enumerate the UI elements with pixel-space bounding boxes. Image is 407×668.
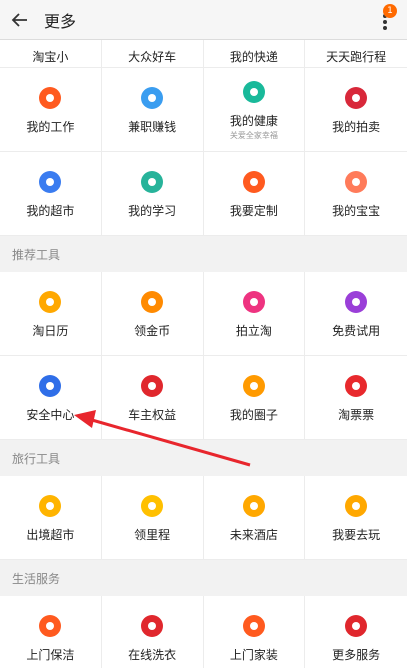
life-services-grid: 上门保洁 在线洗衣 上门家装 更多服务 [0,596,407,668]
tool-cart[interactable]: 我的超市 [0,152,102,236]
tool-job[interactable]: 我的工作 [0,68,102,152]
tool-label: 我的拍卖 [332,120,381,134]
travel-tools-grid: 出境超市 领里程 未来酒店 我要去玩 [0,476,407,560]
tool-label: 出境超市 [26,528,75,542]
grid-icon [342,612,370,640]
tool-label: 未来酒店 [229,528,278,542]
tool-label: 我要定制 [229,204,278,218]
my-services-grid: 我的工作 兼职赚钱 我的健康 关爱全家幸福 我的拍卖 我的超市 我的学习 我要定制 我的宝宝 [0,68,407,236]
overflow-menu-button[interactable]: 1 [377,4,397,34]
tool-label: 淘日历 [32,324,69,338]
tool-circle-nodes[interactable]: 我的圈子 [203,356,306,440]
tool-partial[interactable]: 大众好车 [101,40,204,68]
calendar-icon [36,288,64,316]
tool-calendar[interactable]: 淘日历 [0,272,102,356]
tool-label: 我要去玩 [332,528,381,542]
tool-label: 更多服务 [332,648,381,662]
tool-label: 上门保洁 [26,648,75,662]
page-title: 更多 [44,11,77,31]
tool-baby-face[interactable]: 我的宝宝 [305,152,407,236]
plane-cart-icon [36,492,64,520]
tool-ticket-face[interactable]: 淘票票 [305,356,407,440]
tool-label: 车主权益 [128,408,177,422]
tool-label: 我的宝宝 [332,204,381,218]
baby-face-icon [342,168,370,196]
tool-cloud-money[interactable]: 兼职赚钱 [101,68,204,152]
tool-label: 淘宝小 [32,50,69,64]
tool-graduation-cap[interactable]: 我的学习 [101,152,204,236]
tool-label: 大众好车 [128,50,177,64]
tool-taobao-coin[interactable]: 领金币 [101,272,204,356]
health-heart-icon [240,78,268,106]
tool-label: 安全中心 [26,408,75,422]
tool-broom[interactable]: 上门保洁 [0,596,102,668]
tool-washer[interactable]: 在线洗衣 [101,596,204,668]
back-button[interactable] [0,0,40,40]
graduation-cap-icon [138,168,166,196]
tool-partial[interactable]: 天天跑行程 [305,40,407,68]
tool-label: 天天跑行程 [326,50,387,64]
police-cap-icon [36,372,64,400]
cart-icon [36,168,64,196]
notification-badge: 1 [383,4,397,18]
circle-nodes-icon [240,372,268,400]
ticket-face-icon [342,372,370,400]
tool-label: 我的快递 [229,50,278,64]
cloud-money-icon [138,84,166,112]
tool-label: 我的学习 [128,204,177,218]
tool-partial[interactable]: 我的快递 [203,40,306,68]
tool-partial[interactable]: 淘宝小 [0,40,102,68]
hammer-icon [240,612,268,640]
camera-icon [240,288,268,316]
tool-smile-coin[interactable]: 领里程 [101,476,204,560]
tool-label: 兼职赚钱 [128,120,177,134]
tool-label: 免费试用 [332,324,381,338]
tool-police-cap[interactable]: 安全中心 [0,356,102,440]
tool-label: 淘票票 [338,408,375,422]
tool-label: 领里程 [134,528,171,542]
back-arrow-icon [11,12,27,27]
eye-icon [342,492,370,520]
tool-label: 拍立淘 [235,324,272,338]
tool-label: 上门家装 [229,648,278,662]
job-icon [36,84,64,112]
tool-trial[interactable]: 免费试用 [305,272,407,356]
broom-icon [36,612,64,640]
tools-icon [240,168,268,196]
taobao-coin-icon [138,288,166,316]
section-title-travel: 旅行工具 [0,440,407,476]
tool-grid[interactable]: 更多服务 [305,596,407,668]
section-title-life: 生活服务 [0,560,407,596]
tool-hammer[interactable]: 上门家装 [203,596,306,668]
tool-label: 我的工作 [26,120,75,134]
tool-health-heart[interactable]: 我的健康关爱全家幸福 [203,68,306,152]
tool-label: 在线洗衣 [128,648,177,662]
tools-list[interactable]: 淘宝小 大众好车 我的快递 天天跑行程 我的工作 兼职赚钱 我的健康 关爱全家幸福 我的拍卖我… [0,40,407,668]
smile-coin-icon [138,492,166,520]
washer-icon [138,612,166,640]
tool-label: 我的健康 [229,114,278,128]
trial-icon [342,288,370,316]
tool-auction[interactable]: 我的拍卖 [305,68,407,152]
tool-tools[interactable]: 我要定制 [203,152,306,236]
tool-label: 领金币 [134,324,171,338]
tool-plane-cart[interactable]: 出境超市 [0,476,102,560]
tool-eye[interactable]: 我要去玩 [305,476,407,560]
tool-label: 我的圈子 [229,408,278,422]
section-title-recommend: 推荐工具 [0,236,407,272]
hotel-icon [240,492,268,520]
tool-car[interactable]: 车主权益 [101,356,204,440]
tool-hotel[interactable]: 未来酒店 [203,476,306,560]
tool-camera[interactable]: 拍立淘 [203,272,306,356]
tool-sublabel: 关爱全家幸福 [229,131,278,140]
auction-icon [342,84,370,112]
recommend-tools-grid: 淘日历 领金币 拍立淘 免费试用安全中心 车主权益 我的圈子 淘票票 [0,272,407,440]
top-bar: 更多 1 [0,0,407,40]
car-icon [138,372,166,400]
tool-label: 我的超市 [26,204,75,218]
partial-row: 淘宝小 大众好车 我的快递 天天跑行程 [0,40,407,68]
